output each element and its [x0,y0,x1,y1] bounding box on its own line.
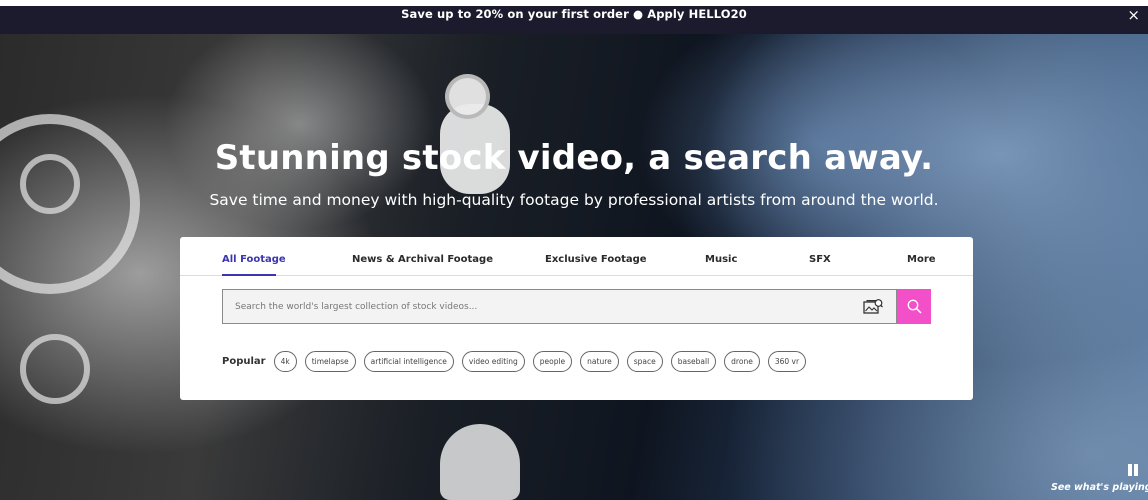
popular-chip-people[interactable]: people [532,350,573,372]
pause-icon[interactable] [1127,464,1139,476]
promo-text: Save up to 20% on your first order ● App… [401,7,747,21]
image-search-icon[interactable] [863,298,883,316]
popular-chip-video-editing[interactable]: video editing [461,350,525,372]
tab-more[interactable]: More [907,254,936,265]
search-box [222,289,897,324]
search-input[interactable] [223,290,853,323]
popular-chip-space[interactable]: space [626,350,663,372]
search-card: All Footage News & Archival Footage Excl… [180,237,973,400]
tab-news-archival-footage[interactable]: News & Archival Footage [352,254,493,265]
active-tab-indicator [222,274,276,276]
popular-chip-timelapse[interactable]: timelapse [304,350,356,372]
popular-chip-4k[interactable]: 4k [273,350,297,372]
popular-chip-360-vr[interactable]: 360 vr [767,350,807,372]
search-button[interactable] [897,289,931,324]
search-icon [907,299,922,314]
tab-music[interactable]: Music [705,254,737,265]
space-station-image [0,34,200,500]
popular-searches: Popular 4k timelapse artificial intellig… [222,349,814,373]
tab-exclusive-footage[interactable]: Exclusive Footage [545,254,647,265]
popular-chip-drone[interactable]: drone [724,350,760,372]
category-tabs: All Footage News & Archival Footage Excl… [180,237,973,276]
close-icon[interactable]: × [1127,6,1140,24]
tab-all-footage[interactable]: All Footage [222,254,286,265]
astronaut-image-lower [440,424,520,500]
see-whats-playing-link[interactable]: See what's playing [1051,482,1148,493]
popular-chip-nature[interactable]: nature [580,350,619,372]
popular-label: Popular [222,355,266,367]
popular-chip-baseball[interactable]: baseball [670,350,717,372]
hero-subheadline: Save time and money with high-quality fo… [209,191,939,209]
promo-banner: Save up to 20% on your first order ● App… [0,6,1148,34]
hero-headline: Stunning stock video, a search away. [214,138,934,178]
popular-chip-artificial-intelligence[interactable]: artificial intelligence [363,350,454,372]
tab-sfx[interactable]: SFX [809,254,831,265]
